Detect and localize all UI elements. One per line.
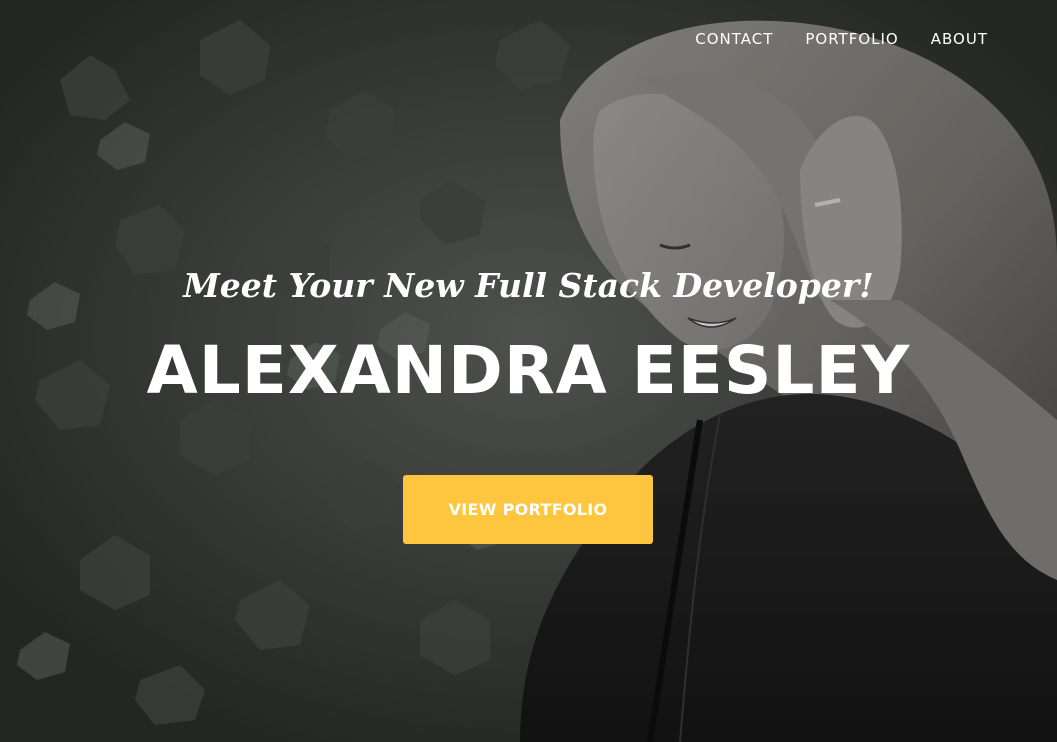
main-nav: CONTACT PORTFOLIO ABOUT [695,30,988,48]
nav-link-portfolio[interactable]: PORTFOLIO [805,30,898,48]
view-portfolio-button[interactable]: VIEW PORTFOLIO [403,475,653,544]
hero-section: CONTACT PORTFOLIO ABOUT Meet Your New Fu… [0,0,1057,742]
nav-link-about[interactable]: ABOUT [931,30,988,48]
nav-link-contact[interactable]: CONTACT [695,30,773,48]
hero-subtitle: Meet Your New Full Stack Developer! [183,266,874,305]
hero-name: ALEXANDRA EESLEY [146,332,911,409]
